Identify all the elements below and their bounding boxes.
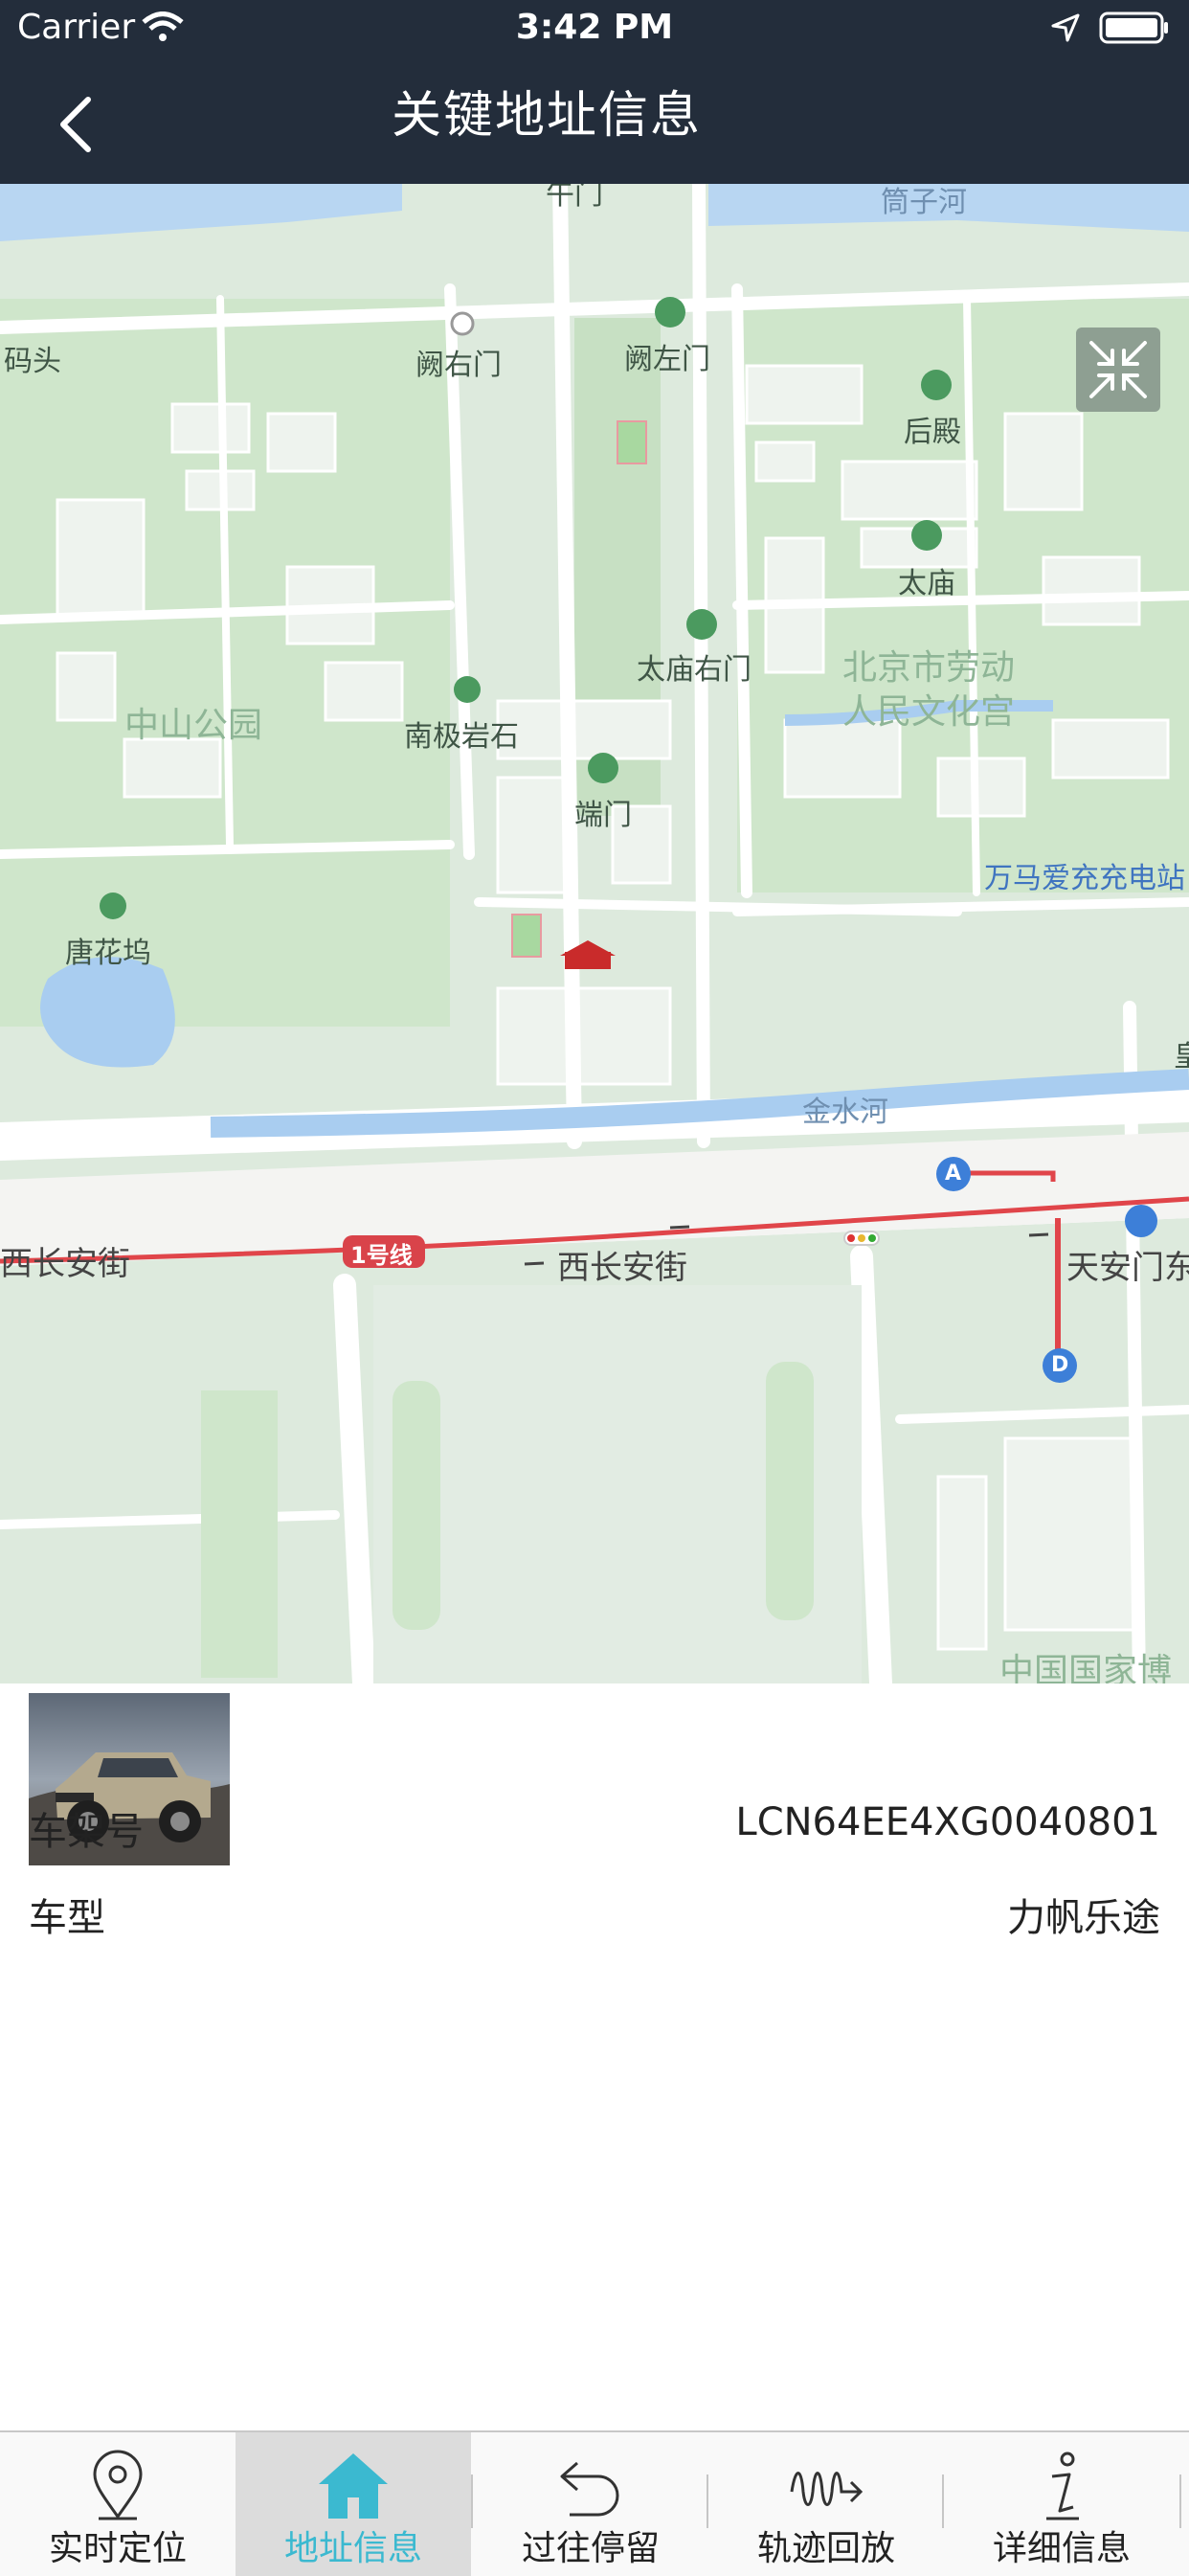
map-label: 万马爱充充电站 bbox=[984, 862, 1185, 895]
tab-label: 详细信息 bbox=[992, 2529, 1131, 2568]
tab-past-stops[interactable]: 过往停留 bbox=[473, 2432, 708, 2576]
map-label: 后殿 bbox=[904, 416, 961, 449]
info-icon bbox=[1046, 2452, 1079, 2520]
model-label: 车型 bbox=[29, 1896, 105, 1940]
home-icon bbox=[319, 2453, 388, 2519]
map-label: 西长安街 bbox=[557, 1249, 687, 1287]
map-label: 西长安街 bbox=[0, 1245, 130, 1283]
tab-label: 过往停留 bbox=[521, 2529, 660, 2568]
station-marker: A bbox=[945, 1162, 962, 1186]
tab-label: 轨迹回放 bbox=[756, 2529, 895, 2568]
model-value: 力帆乐途 bbox=[1007, 1896, 1160, 1940]
map-label: 端门 bbox=[574, 799, 632, 832]
map-label: 南极岩石 bbox=[404, 720, 519, 754]
map-label: 北京市劳动 bbox=[842, 648, 1016, 688]
vehicle-info-panel: 车架号 LCN64EE4XG0040801 车型 力帆乐途 bbox=[0, 1683, 1189, 2430]
collapse-map-button[interactable] bbox=[1076, 328, 1160, 412]
map-label: 筒子河 bbox=[881, 186, 967, 219]
collapse-icon bbox=[1089, 341, 1147, 398]
top-header: Carrier 3:42 PM 关键地址信息 bbox=[0, 0, 1189, 184]
map-label: 午门 bbox=[546, 184, 603, 212]
undo-arrow-icon bbox=[560, 2461, 619, 2517]
map-label: 人民文化宫 bbox=[842, 692, 1016, 732]
page-title: 关键地址信息 bbox=[391, 87, 702, 145]
metro-line-badge: 1号线 bbox=[350, 1242, 413, 1269]
map-view[interactable]: 筒子河 午门 码头 阙右门 阙左门 后殿 太庙 太庙右门 北京市劳动 人民文化宫… bbox=[0, 184, 1189, 1683]
tab-label: 地址信息 bbox=[283, 2529, 422, 2568]
tab-address-info[interactable]: 地址信息 bbox=[236, 2432, 471, 2576]
tab-track-playback[interactable]: 轨迹回放 bbox=[708, 2432, 944, 2576]
navigation-bar: 关键地址信息 bbox=[0, 59, 1189, 184]
tab-detail-info[interactable]: 详细信息 bbox=[944, 2432, 1179, 2576]
map-label: 中山公园 bbox=[124, 706, 263, 745]
tab-label: 实时定位 bbox=[48, 2529, 187, 2568]
map-label: 皇 bbox=[1174, 1040, 1189, 1073]
station-marker: D bbox=[1051, 1353, 1069, 1377]
bottom-tab-bar: 实时定位 地址信息 过往停留 轨迹回放 详细信息 bbox=[0, 2430, 1189, 2576]
tab-realtime-location[interactable]: 实时定位 bbox=[0, 2432, 236, 2576]
map-label: 太庙 bbox=[898, 567, 955, 600]
track-playback-icon bbox=[790, 2472, 864, 2506]
map-label: 阙右门 bbox=[415, 349, 502, 382]
map-label: 太庙右门 bbox=[637, 653, 752, 687]
map-canvas bbox=[0, 184, 1189, 1683]
map-label: 唐花坞 bbox=[65, 937, 151, 970]
battery-icon bbox=[1099, 11, 1168, 44]
status-bar: Carrier 3:42 PM bbox=[0, 0, 1189, 59]
map-label: 中国国家博 bbox=[999, 1652, 1173, 1683]
vin-label: 车架号 bbox=[29, 1810, 144, 1854]
map-label: 码头 bbox=[4, 345, 61, 378]
tab-divider bbox=[1179, 2474, 1181, 2528]
map-label: 阙左门 bbox=[624, 343, 710, 376]
clock: 3:42 PM bbox=[515, 8, 674, 47]
location-services-icon bbox=[1051, 13, 1080, 42]
map-label: 天安门东 bbox=[1066, 1249, 1189, 1287]
vin-value: LCN64EE4XG0040801 bbox=[735, 1800, 1160, 1844]
map-label: 金水河 bbox=[802, 1096, 888, 1129]
location-pin-icon bbox=[93, 2450, 143, 2520]
